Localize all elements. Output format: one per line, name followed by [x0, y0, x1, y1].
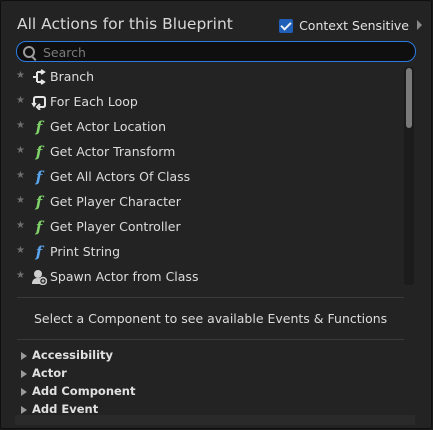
action-item[interactable]: ★ f Get All Actors Of Class: [1, 165, 401, 190]
expand-arrow-icon[interactable]: [21, 406, 27, 414]
category-label: Accessibility: [32, 348, 114, 362]
horizontal-scrollbar[interactable]: [15, 415, 415, 425]
search-box[interactable]: [16, 41, 416, 62]
favorite-star-icon[interactable]: ★: [16, 196, 26, 206]
action-label: Branch: [50, 69, 95, 84]
search-input[interactable]: [41, 43, 405, 61]
action-item[interactable]: ★ f Get Player Character: [1, 190, 401, 215]
action-label: Get Player Character: [50, 194, 181, 209]
branch-icon: [30, 68, 48, 86]
spawn-actor-icon: [30, 268, 48, 286]
divider: [17, 339, 404, 340]
action-label: Get Actor Location: [50, 119, 166, 134]
expand-arrow-icon[interactable]: [21, 370, 27, 378]
action-item[interactable]: ★ f Get Actor Location: [1, 115, 401, 140]
action-label: Get All Actors Of Class: [50, 169, 191, 184]
category-label: Actor: [32, 366, 67, 380]
favorite-star-icon[interactable]: ★: [16, 246, 26, 256]
context-sensitive-checkbox[interactable]: [279, 18, 294, 33]
action-label: Get Actor Transform: [50, 144, 176, 159]
scrollbar-thumb[interactable]: [406, 68, 412, 128]
action-menu-panel: All Actions for this Blueprint Context S…: [0, 0, 432, 429]
favorite-star-icon[interactable]: ★: [16, 71, 26, 81]
function-icon: f: [35, 167, 43, 186]
category-label: Add Component: [32, 384, 136, 398]
category-label: Add Event: [32, 402, 99, 416]
action-item[interactable]: ★ f Print String: [1, 240, 401, 265]
action-label: Print String: [50, 244, 121, 259]
favorite-star-icon[interactable]: ★: [16, 121, 26, 131]
pure-function-icon: f: [35, 192, 43, 211]
header: All Actions for this Blueprint Context S…: [1, 1, 431, 39]
favorite-star-icon[interactable]: ★: [16, 271, 26, 281]
expand-arrow-icon[interactable]: [21, 352, 27, 360]
action-label: Spawn Actor from Class: [50, 269, 199, 284]
action-label: Get Player Controller: [50, 219, 181, 234]
action-label: For Each Loop: [50, 94, 138, 109]
context-sensitive-label: Context Sensitive: [299, 18, 409, 33]
pure-function-icon: f: [35, 217, 43, 236]
expand-arrow-icon[interactable]: [21, 388, 27, 396]
context-hint-text: Select a Component to see available Even…: [34, 311, 388, 326]
pure-function-icon: f: [35, 117, 43, 136]
search-icon: [23, 46, 35, 58]
action-item[interactable]: ★ For Each Loop: [1, 90, 401, 115]
action-item[interactable]: ★ f Get Player Controller: [1, 215, 401, 240]
divider: [17, 297, 404, 298]
function-icon: f: [35, 242, 43, 261]
action-item[interactable]: ★ Branch: [1, 65, 401, 90]
pure-function-icon: f: [35, 142, 43, 161]
action-item[interactable]: ★ Spawn Actor from Class: [1, 265, 401, 290]
favorite-star-icon[interactable]: ★: [16, 221, 26, 231]
favorite-star-icon[interactable]: ★: [16, 96, 26, 106]
panel-title: All Actions for this Blueprint: [17, 15, 233, 33]
favorite-star-icon[interactable]: ★: [16, 171, 26, 181]
favorite-star-icon[interactable]: ★: [16, 146, 26, 156]
expand-arrow-icon[interactable]: [417, 20, 422, 30]
action-item[interactable]: ★ f Get Actor Transform: [1, 140, 401, 165]
loop-icon: [30, 93, 48, 111]
context-sensitive-toggle[interactable]: Context Sensitive: [279, 18, 422, 33]
